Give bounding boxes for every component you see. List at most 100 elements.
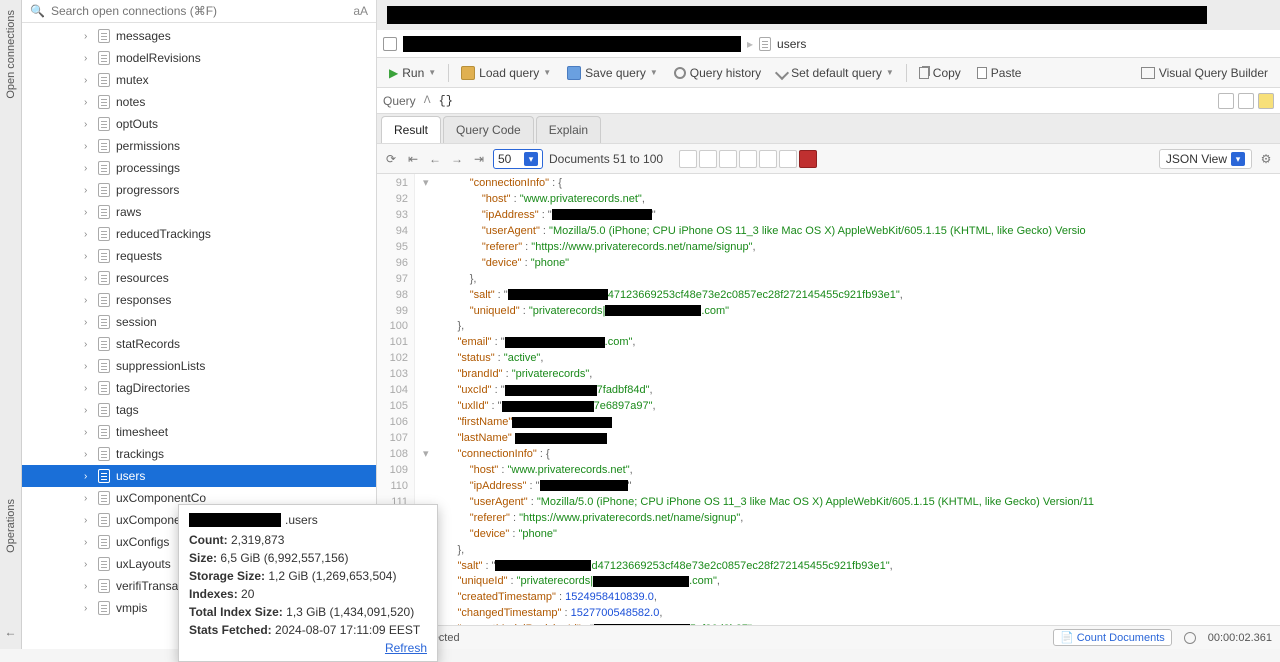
left-rail: Open connections Operations ←	[0, 0, 22, 649]
sidebar-item-timesheet[interactable]: ›timesheet	[22, 421, 376, 443]
query-option-3[interactable]	[1258, 93, 1274, 109]
query-text[interactable]: {}	[439, 94, 1210, 108]
sidebar-item-progressors[interactable]: ›progressors	[22, 179, 376, 201]
save-query-button[interactable]: Save query▼	[561, 64, 664, 82]
tab-explain[interactable]: Explain	[536, 116, 601, 143]
rail-tab-operations[interactable]: Operations	[5, 499, 17, 553]
sidebar-item-responses[interactable]: › responses	[22, 289, 376, 311]
collection-icon	[98, 337, 110, 351]
sidebar-item-users[interactable]: ›users	[22, 465, 376, 487]
chevron-right-icon: ›	[84, 383, 92, 394]
chevron-right-icon: ›	[84, 449, 92, 460]
tab-result[interactable]: Result	[381, 116, 441, 143]
collection-label: tags	[116, 403, 139, 417]
sidebar-item-modelRevisions[interactable]: › modelRevisions	[22, 47, 376, 69]
sidebar-item-permissions[interactable]: ›permissions	[22, 135, 376, 157]
status-bar: ument selected 📄 Count Documents 00:00:0…	[377, 625, 1280, 649]
collection-label: suppressionLists	[116, 359, 205, 373]
visual-query-builder-button[interactable]: Visual Query Builder	[1135, 64, 1274, 82]
sidebar-item-suppressionLists[interactable]: › suppressionLists	[22, 355, 376, 377]
refresh-icon[interactable]: ⟳	[383, 151, 399, 167]
sidebar-item-optOuts[interactable]: ›optOuts	[22, 113, 376, 135]
chevron-right-icon: ›	[84, 119, 92, 130]
settings-icon[interactable]: ⚙	[1258, 151, 1274, 167]
back-arrow-icon[interactable]: ←	[5, 625, 17, 639]
rb-action-2[interactable]	[699, 150, 717, 168]
db-icon	[383, 37, 397, 51]
rb-action-delete[interactable]	[799, 150, 817, 168]
sidebar-item-session[interactable]: ›session	[22, 311, 376, 333]
result-toolbar: ⟳ ⇤ ← → ⇥ 50▾ Documents 51 to 100 JSON V…	[377, 144, 1280, 174]
page-size-select[interactable]: 50▾	[493, 149, 543, 169]
save-icon	[567, 66, 581, 80]
query-option-2[interactable]	[1238, 93, 1254, 109]
collection-label: modelRevisions	[116, 51, 201, 65]
first-page-icon[interactable]: ⇤	[405, 151, 421, 167]
sidebar-item-raws[interactable]: ›raws	[22, 201, 376, 223]
breadcrumb-sep: ▸	[747, 37, 753, 51]
set-default-query-button[interactable]: Set default query▼	[771, 64, 900, 82]
collection-label: uxLayouts	[116, 557, 171, 571]
sidebar-item-reducedTrackings[interactable]: ›reducedTrackings	[22, 223, 376, 245]
copy-icon	[919, 67, 929, 79]
rb-action-1[interactable]	[679, 150, 697, 168]
copy-button[interactable]: Copy	[913, 64, 967, 82]
case-toggle[interactable]: aA	[353, 4, 368, 18]
count-documents-button[interactable]: 📄 Count Documents	[1053, 629, 1172, 646]
search-icon: 🔍	[30, 4, 45, 18]
window-titlebar	[377, 0, 1280, 30]
sidebar-item-resources[interactable]: ›resources	[22, 267, 376, 289]
redacted-connection	[403, 36, 741, 52]
tooltip-refresh-link[interactable]: Refresh	[385, 641, 427, 655]
rb-action-5[interactable]	[759, 150, 777, 168]
chevron-right-icon: ›	[84, 53, 92, 64]
pin-icon	[775, 65, 789, 79]
chevron-right-icon: ›	[84, 493, 92, 504]
collection-label: uxConfigs	[116, 535, 169, 549]
prev-page-icon[interactable]: ←	[427, 151, 443, 167]
rb-action-3[interactable]	[719, 150, 737, 168]
sidebar-item-notes[interactable]: ›notes	[22, 91, 376, 113]
json-editor[interactable]: 91 92 93 94 95 96 97 98 99 100 101 102 1…	[377, 174, 1280, 625]
chevron-right-icon: ›	[84, 405, 92, 416]
sidebar-item-processings[interactable]: ›processings	[22, 157, 376, 179]
rail-tab-open-connections[interactable]: Open connections	[5, 10, 17, 99]
chevron-right-icon: ›	[84, 295, 92, 306]
sidebar-item-requests[interactable]: ›requests	[22, 245, 376, 267]
chevron-right-icon: ›	[84, 163, 92, 174]
tab-query-code[interactable]: Query Code	[443, 116, 534, 143]
last-page-icon[interactable]: ⇥	[471, 151, 487, 167]
collection-icon	[98, 535, 110, 549]
query-row: Query ᐱ {}	[377, 88, 1280, 114]
chevron-right-icon: ›	[84, 427, 92, 438]
sidebar-item-mutex[interactable]: ›mutex	[22, 69, 376, 91]
rb-action-4[interactable]	[739, 150, 757, 168]
sidebar-item-messages[interactable]: ›messages	[22, 25, 376, 47]
rb-action-6[interactable]	[779, 150, 797, 168]
view-mode-select[interactable]: JSON View▾	[1159, 149, 1252, 169]
chevron-right-icon: ›	[84, 361, 92, 372]
collection-icon	[98, 29, 110, 43]
collection-label: permissions	[116, 139, 180, 153]
collection-label: tagDirectories	[116, 381, 190, 395]
query-option-1[interactable]	[1218, 93, 1234, 109]
collection-label: reducedTrackings	[116, 227, 211, 241]
next-page-icon[interactable]: →	[449, 151, 465, 167]
run-button[interactable]: ▶Run▼	[383, 64, 442, 82]
chevron-right-icon: ›	[84, 581, 92, 592]
collection-label: responses	[116, 293, 171, 307]
sidebar-item-statRecords[interactable]: ›statRecords	[22, 333, 376, 355]
sidebar-item-tags[interactable]: › tags	[22, 399, 376, 421]
sidebar-item-trackings[interactable]: ›trackings	[22, 443, 376, 465]
paste-button[interactable]: Paste	[971, 64, 1028, 82]
code-area[interactable]: ▾ "connectionInfo" : { "host" : "www.pri…	[415, 174, 1280, 625]
sidebar-item-tagDirectories[interactable]: › tagDirectories	[22, 377, 376, 399]
collection-icon	[98, 95, 110, 109]
search-input[interactable]	[51, 4, 347, 18]
collection-icon	[98, 425, 110, 439]
query-history-button[interactable]: Query history	[668, 64, 767, 82]
chevron-up-icon[interactable]: ᐱ	[424, 95, 431, 106]
load-query-button[interactable]: Load query▼	[455, 64, 557, 82]
folder-icon	[461, 66, 475, 80]
collection-label: notes	[116, 95, 145, 109]
